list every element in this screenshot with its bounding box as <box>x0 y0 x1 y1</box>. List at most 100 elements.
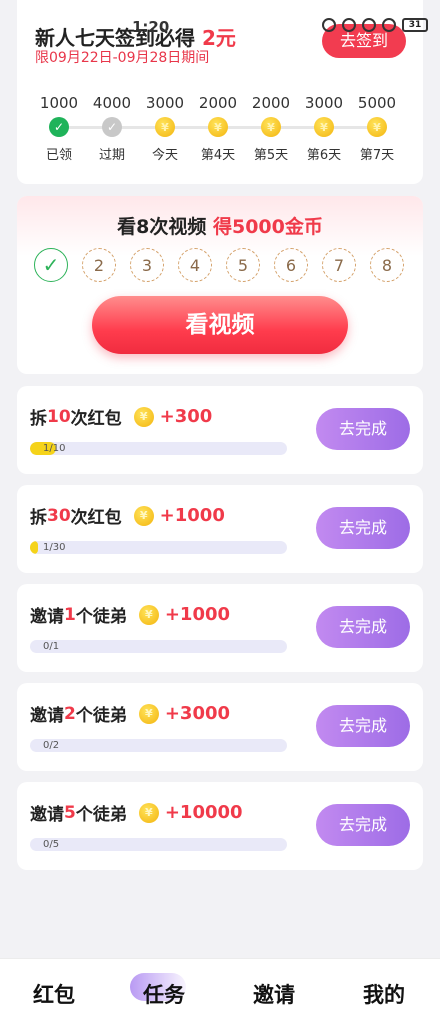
coin-icon: ¥ <box>133 406 154 427</box>
coin-icon: ¥ <box>138 604 159 625</box>
task-title-suffix: 次红包 <box>70 508 122 528</box>
coin-icon: ¥ <box>138 703 159 724</box>
task-title-num: 5 <box>64 802 76 823</box>
task-title-suffix: 个徒弟 <box>75 805 127 825</box>
watch-title-prefix: 看8次视频 <box>117 216 207 238</box>
task-title-suffix: 次红包 <box>70 409 122 429</box>
task-progress-fill <box>30 541 39 554</box>
signin-day-label: 第4天 <box>200 148 236 163</box>
task-card: 拆 30 次红包 ¥ +1000 1/30 去完成 <box>17 485 423 573</box>
signin-day-value: 5000 <box>357 94 397 112</box>
coin-icon: ¥ <box>155 117 175 137</box>
watch-step: 3 <box>130 248 164 282</box>
signin-day-value: 3000 <box>145 94 185 112</box>
signin-day-value: 4000 <box>92 94 132 112</box>
task-title-suffix: 个徒弟 <box>75 607 127 627</box>
task-title-prefix: 拆 <box>30 409 47 429</box>
signin-days: 1000 ✓ 已领 4000 ✓ 过期 3000 ¥ 今天 2000 ¥ 第4天… <box>35 94 405 174</box>
signin-day-label: 第6天 <box>306 148 342 163</box>
task-card: 邀请 2 个徒弟 ¥ +3000 0/2 去完成 <box>17 683 423 771</box>
signin-day-label: 今天 <box>151 148 178 163</box>
nav-item-invite[interactable]: 邀请 <box>234 979 314 1009</box>
coin-icon: ¥ <box>367 117 387 137</box>
task-complete-button[interactable]: 去完成 <box>316 705 410 747</box>
watch-title-reward: 得5000金币 <box>212 216 323 238</box>
nav-item-tasks[interactable]: 任务 <box>124 979 204 1009</box>
signin-day-7: 5000 ¥ 第7天 <box>353 94 401 163</box>
task-title-prefix: 邀请 <box>30 607 64 627</box>
signin-day-1: 1000 ✓ 已领 <box>35 94 83 163</box>
watch-step: 6 <box>274 248 308 282</box>
task-title-suffix: 个徒弟 <box>75 706 127 726</box>
signin-day-value: 2000 <box>198 94 238 112</box>
check-icon: ✓ <box>102 117 122 137</box>
signin-day-5: 2000 ¥ 第5天 <box>247 94 295 163</box>
signin-day-3: 3000 ¥ 今天 <box>141 94 189 163</box>
task-complete-button[interactable]: 去完成 <box>316 606 410 648</box>
coin-icon: ¥ <box>314 117 334 137</box>
signin-day-label: 第5天 <box>253 148 289 163</box>
task-complete-button[interactable]: 去完成 <box>316 507 410 549</box>
task-reward: +1000 <box>164 604 231 625</box>
watch-step: 5 <box>226 248 260 282</box>
task-title-num: 10 <box>47 406 71 427</box>
nav-item-mine[interactable]: 我的 <box>344 979 424 1009</box>
coin-icon: ¥ <box>208 117 228 137</box>
bottom-nav: 红包 任务 邀请 我的 <box>0 958 440 1024</box>
task-title-num: 30 <box>47 505 71 526</box>
task-progress-text: 1/10 <box>43 443 66 454</box>
task-progress-bar: 0/5 <box>30 838 287 851</box>
task-card: 拆 10 次红包 ¥ +300 1/10 去完成 <box>17 386 423 474</box>
task-title-num: 1 <box>64 604 76 625</box>
signin-day-value: 1000 <box>39 94 79 112</box>
task-title-prefix: 拆 <box>30 508 47 528</box>
signin-day-value: 2000 <box>251 94 291 112</box>
task-title-num: 2 <box>64 703 76 724</box>
signin-card: 新人七天签到必得 2元 限09月22日-09月28日期间 去签到 1000 ✓ … <box>17 0 423 184</box>
signin-button[interactable]: 去签到 <box>322 24 406 58</box>
task-progress-bar: 0/2 <box>30 739 287 752</box>
task-title-prefix: 邀请 <box>30 706 64 726</box>
task-title-prefix: 邀请 <box>30 805 64 825</box>
task-title: 邀请 2 个徒弟 ¥ +3000 <box>30 701 230 726</box>
watch-video-button[interactable]: 看视频 <box>92 296 348 354</box>
task-title: 拆 30 次红包 ¥ +1000 <box>30 503 225 528</box>
signin-day-value: 3000 <box>304 94 344 112</box>
signin-period: 限09月22日-09月28日期间 <box>35 50 210 66</box>
watch-step: 4 <box>178 248 212 282</box>
task-progress-text: 0/5 <box>43 839 60 850</box>
task-reward: +3000 <box>164 703 231 724</box>
signin-day-label: 过期 <box>98 148 125 163</box>
task-reward: +1000 <box>159 505 225 526</box>
nav-item-hongbao[interactable]: 红包 <box>14 979 94 1009</box>
task-progress-bar: 0/1 <box>30 640 287 653</box>
signin-day-4: 2000 ¥ 第4天 <box>194 94 242 163</box>
task-progress-text: 0/1 <box>43 641 60 652</box>
watch-step: 2 <box>82 248 116 282</box>
task-progress-bar: 1/10 <box>30 442 287 455</box>
signin-day-label: 已领 <box>45 148 72 163</box>
task-progress-text: 0/2 <box>43 740 60 751</box>
task-complete-button[interactable]: 去完成 <box>316 408 410 450</box>
watch-step: 8 <box>370 248 404 282</box>
task-title: 邀请 5 个徒弟 ¥ +10000 <box>30 800 243 825</box>
signin-day-2: 4000 ✓ 过期 <box>88 94 136 163</box>
task-reward: +300 <box>159 406 213 427</box>
watch-steps: ✓ 2 3 4 5 6 7 8 <box>34 248 410 282</box>
task-reward: +10000 <box>164 802 243 823</box>
check-icon: ✓ <box>49 117 69 137</box>
task-complete-button[interactable]: 去完成 <box>316 804 410 846</box>
signin-day-6: 3000 ¥ 第6天 <box>300 94 348 163</box>
task-title: 拆 10 次红包 ¥ +300 <box>30 404 212 429</box>
task-card: 邀请 1 个徒弟 ¥ +1000 0/1 去完成 <box>17 584 423 672</box>
watch-title: 看8次视频 得5000金币 <box>17 212 423 239</box>
signin-day-label: 第7天 <box>359 148 395 163</box>
task-title: 邀请 1 个徒弟 ¥ +1000 <box>30 602 230 627</box>
coin-icon: ¥ <box>138 802 159 823</box>
task-card: 邀请 5 个徒弟 ¥ +10000 0/5 去完成 <box>17 782 423 870</box>
watch-step: 7 <box>322 248 356 282</box>
task-progress-text: 1/30 <box>43 542 66 553</box>
task-progress-bar: 1/30 <box>30 541 287 554</box>
watch-video-card: 看8次视频 得5000金币 ✓ 2 3 4 5 6 7 8 看视频 <box>17 196 423 374</box>
check-icon: ✓ <box>34 248 68 282</box>
